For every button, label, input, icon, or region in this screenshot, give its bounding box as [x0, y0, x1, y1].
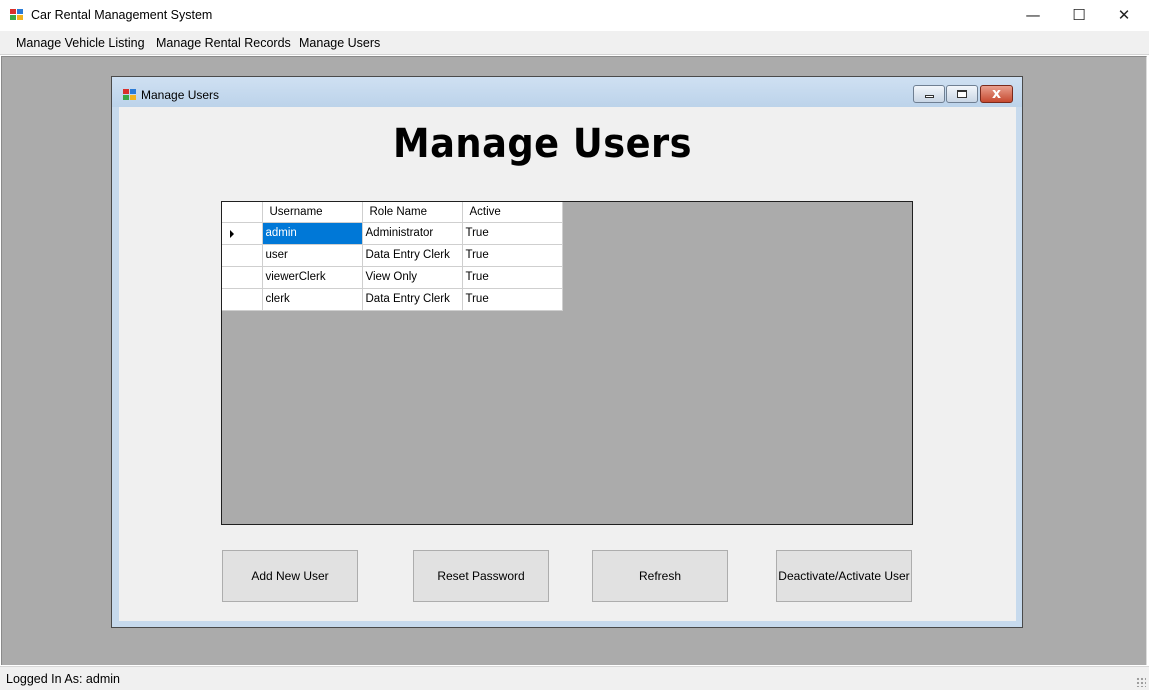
logged-in-status: Logged In As: admin [6, 672, 120, 686]
close-window-button[interactable]: ✕ [1101, 0, 1147, 31]
app-title: Car Rental Management System [31, 8, 213, 22]
reset-password-button[interactable]: Reset Password [413, 550, 549, 602]
cell-username[interactable]: user [262, 244, 363, 267]
cell-role[interactable]: Data Entry Clerk [362, 288, 463, 311]
column-header-role-name[interactable]: Role Name [362, 202, 463, 223]
current-row-arrow-icon [230, 229, 234, 238]
resize-grip-icon[interactable] [1136, 677, 1146, 687]
deactivate-activate-user-button[interactable]: Deactivate/Activate User [776, 550, 912, 602]
manage-users-window: Manage Users x Manage Users Username Rol… [111, 76, 1023, 628]
child-titlebar[interactable]: Manage Users x [112, 77, 1022, 107]
row-header[interactable] [222, 288, 263, 311]
cell-username[interactable]: viewerClerk [262, 266, 363, 289]
add-new-user-button[interactable]: Add New User [222, 550, 358, 602]
cell-role[interactable]: Data Entry Clerk [362, 244, 463, 267]
child-window-title: Manage Users [141, 88, 220, 102]
table-row[interactable]: user Data Entry Clerk True [222, 244, 563, 267]
row-header[interactable] [222, 244, 263, 267]
child-client-area: Manage Users Username Role Name Active a… [119, 107, 1016, 621]
cell-active[interactable]: True [462, 244, 563, 267]
cell-active[interactable]: True [462, 288, 563, 311]
row-header[interactable] [222, 266, 263, 289]
minimize-icon [925, 95, 934, 98]
restore-icon [957, 90, 967, 98]
app-icon [10, 9, 24, 21]
table-header-row: Username Role Name Active [222, 202, 563, 223]
row-header[interactable] [222, 222, 263, 245]
status-bar: Logged In As: admin [0, 666, 1149, 690]
cell-active[interactable]: True [462, 266, 563, 289]
menu-manage-vehicle-listing[interactable]: Manage Vehicle Listing [16, 36, 145, 50]
row-header-corner[interactable] [222, 202, 263, 223]
menu-bar: Manage Vehicle Listing Manage Rental Rec… [0, 31, 1149, 55]
page-title: Manage Users [393, 121, 692, 167]
column-header-username[interactable]: Username [262, 202, 363, 223]
column-header-active[interactable]: Active [462, 202, 563, 223]
table-row[interactable]: clerk Data Entry Clerk True [222, 288, 563, 311]
child-restore-button[interactable] [946, 85, 978, 103]
cell-active[interactable]: True [462, 222, 563, 245]
menu-manage-users[interactable]: Manage Users [299, 36, 380, 50]
child-app-icon [123, 89, 136, 100]
users-table: Username Role Name Active admin Administ… [222, 202, 563, 311]
child-close-button[interactable]: x [980, 85, 1013, 103]
cell-role[interactable]: Administrator [362, 222, 463, 245]
cell-username[interactable]: admin [262, 222, 363, 245]
menu-manage-rental-records[interactable]: Manage Rental Records [156, 36, 291, 50]
cell-username[interactable]: clerk [262, 288, 363, 311]
close-icon: x [991, 86, 1002, 102]
maximize-window-button[interactable]: ☐ [1056, 0, 1102, 31]
app-titlebar: Car Rental Management System — ☐ ✕ [0, 0, 1149, 31]
cell-role[interactable]: View Only [362, 266, 463, 289]
table-row[interactable]: admin Administrator True [222, 222, 563, 245]
users-data-grid[interactable]: Username Role Name Active admin Administ… [221, 201, 913, 525]
child-minimize-button[interactable] [913, 85, 945, 103]
table-row[interactable]: viewerClerk View Only True [222, 266, 563, 289]
minimize-window-button[interactable]: — [1010, 0, 1056, 31]
refresh-button[interactable]: Refresh [592, 550, 728, 602]
